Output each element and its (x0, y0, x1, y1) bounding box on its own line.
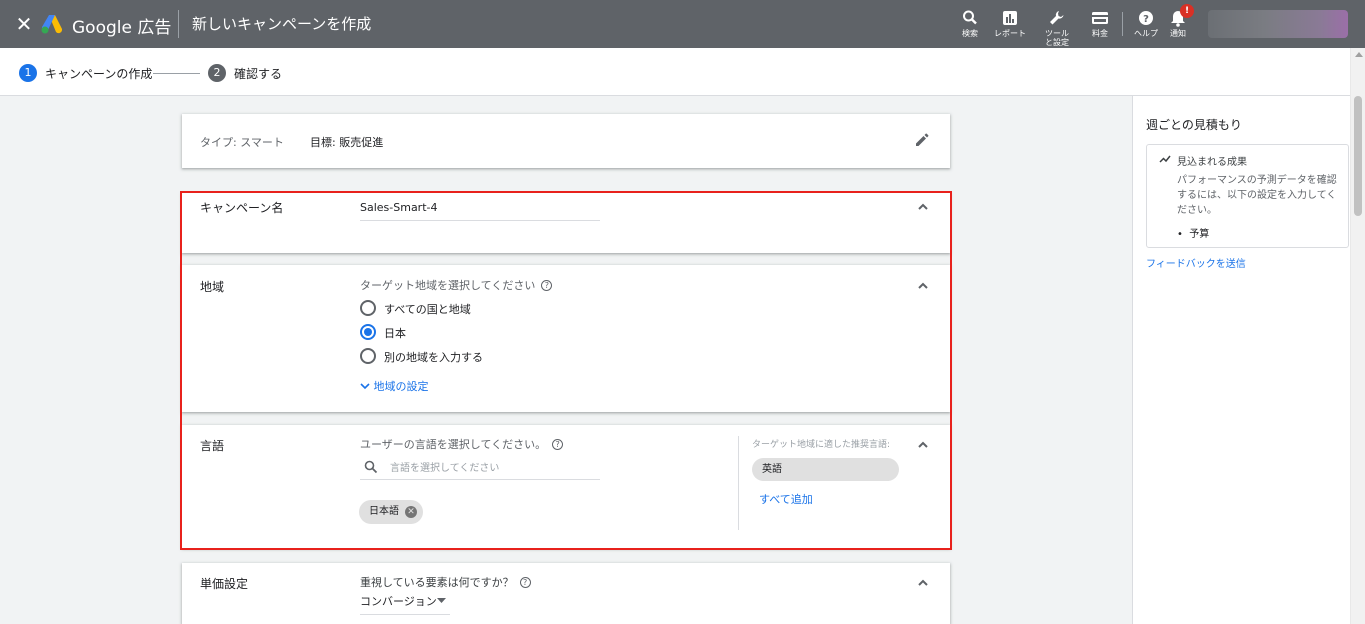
search-icon (963, 10, 977, 25)
region-card: 地域 ターゲット地域を選択してください? すべての国と地域 日本 別の地域を入力… (182, 265, 950, 412)
radio-japan[interactable] (360, 324, 376, 340)
tools-settings-button[interactable]: ツールと設定 (1037, 9, 1077, 47)
send-feedback-link[interactable]: フィードバックを送信 (1146, 255, 1246, 270)
step-connector (153, 73, 200, 74)
help-circle-icon[interactable]: ? (541, 280, 553, 291)
language-search-field[interactable]: 言語を選択してください (360, 458, 600, 480)
progress-stepper: 1 キャンペーンの作成 2 確認する (0, 48, 1365, 96)
region-prompt-row: ターゲット地域を選択してください? (360, 277, 553, 293)
remove-chip-icon[interactable]: ✕ (405, 506, 417, 518)
dropdown-arrow-icon (437, 598, 446, 603)
help-icon: ? (1139, 11, 1153, 25)
bidding-card: 単価設定 重視している要素は何ですか？? コンバージョン (182, 563, 950, 624)
budget-bullet: • 予算 (1177, 229, 1210, 240)
recommended-languages-title: ターゲット地域に適した推奨言語: (752, 440, 891, 450)
step-2-number: 2 (208, 64, 226, 82)
google-ads-logo-icon (41, 15, 63, 34)
pencil-icon[interactable] (914, 132, 930, 148)
campaign-name-card: キャンペーン名 Sales-Smart-4 (182, 193, 950, 253)
reports-button[interactable]: レポート (990, 9, 1030, 38)
help-circle-icon[interactable]: ? (552, 439, 564, 450)
chevron-down-icon (360, 383, 370, 390)
topbar-separator (1122, 12, 1123, 36)
region-settings-text: 地域の設定 (373, 380, 429, 393)
bidding-prompt-row: 重視している要素は何ですか？? (360, 574, 531, 590)
radio-all-regions-label[interactable]: すべての国と地域 (384, 301, 471, 317)
recommended-language-chip[interactable]: 英語 (752, 458, 899, 481)
account-switcher[interactable] (1208, 10, 1348, 38)
bidding-dropdown-value: コンバージョン (360, 595, 437, 608)
notifications-label: 通知 (1170, 29, 1186, 38)
top-app-bar: ✕ Google 広告 新しいキャンペーンを作成 検索 レポート ツールと設定 … (0, 0, 1365, 48)
brand-name: Google 広告 (72, 18, 172, 38)
radio-other-region[interactable] (360, 348, 376, 364)
radio-all-regions[interactable] (360, 300, 376, 316)
trending-up-icon (1159, 155, 1171, 163)
page-scrollbar[interactable] (1350, 48, 1365, 624)
chevron-up-icon[interactable] (916, 576, 930, 590)
language-prompt: ユーザーの言語を選択してください。 (360, 438, 547, 451)
campaign-type: タイプ: スマート (200, 136, 284, 149)
region-label: 地域 (200, 280, 225, 294)
radio-other-region-label[interactable]: 別の地域を入力する (384, 349, 483, 365)
wrench-icon (1050, 11, 1064, 25)
billing-button[interactable]: 料金 (1080, 9, 1120, 38)
budget-bullet-text: 予算 (1189, 229, 1210, 240)
scrollbar-thumb[interactable] (1354, 96, 1362, 216)
campaign-name-label: キャンペーン名 (200, 201, 284, 215)
report-icon (1003, 11, 1017, 25)
language-divider (738, 436, 739, 530)
step-2-label[interactable]: 確認する (234, 65, 282, 82)
language-search-placeholder: 言語を選択してください (390, 463, 500, 474)
page-title: 新しいキャンペーンを作成 (192, 15, 372, 33)
tools-settings-label: ツールと設定 (1045, 29, 1069, 47)
chevron-up-icon[interactable] (916, 438, 930, 452)
close-icon[interactable]: ✕ (12, 12, 36, 36)
billing-icon (1092, 12, 1108, 24)
reports-label: レポート (994, 29, 1026, 38)
expected-results-description: パフォーマンスの予測データを確認するには、以下の設定を入力してください。 (1177, 175, 1337, 216)
language-chip-japanese: 日本語 ✕ (359, 500, 423, 524)
language-card: 言語 ユーザーの言語を選択してください。? 言語を選択してください 日本語 ✕ … (182, 425, 950, 548)
weekly-estimate-panel: 週ごとの見積もり 見込まれる成果 パフォーマンスの予測データを確認するには、以下… (1132, 96, 1350, 624)
billing-label: 料金 (1092, 29, 1108, 38)
expected-results-box: 見込まれる成果 パフォーマンスの予測データを確認するには、以下の設定を入力してく… (1146, 144, 1349, 248)
campaign-goal: 目標: 販売促進 (310, 136, 384, 149)
add-all-languages-link[interactable]: すべて追加 (759, 491, 813, 507)
campaign-summary-card: タイプ: スマート 目標: 販売促進 (182, 114, 950, 168)
language-chip-label: 日本語 (369, 506, 399, 517)
notification-badge: ! (1180, 4, 1194, 18)
search-button[interactable]: 検索 (950, 9, 990, 38)
search-label: 検索 (962, 29, 978, 38)
bidding-prompt: 重視している要素は何ですか？ (360, 576, 514, 589)
bidding-label: 単価設定 (200, 577, 249, 591)
region-settings-link[interactable]: 地域の設定 (360, 378, 429, 394)
help-circle-icon[interactable]: ? (519, 577, 531, 588)
chevron-up-icon[interactable] (916, 200, 930, 214)
svg-text:?: ? (1143, 14, 1149, 25)
expected-results-title: 見込まれる成果 (1177, 157, 1247, 168)
radio-japan-label[interactable]: 日本 (384, 325, 406, 341)
step-1-number: 1 (19, 64, 37, 82)
search-icon (364, 460, 378, 474)
bidding-dropdown[interactable]: コンバージョン (360, 593, 450, 615)
campaign-name-input[interactable]: Sales-Smart-4 (360, 201, 600, 221)
chevron-up-icon[interactable] (916, 279, 930, 293)
notifications-button[interactable]: ! 通知 (1158, 4, 1198, 38)
scroll-up-arrow-icon[interactable] (1355, 52, 1363, 57)
region-prompt: ターゲット地域を選択してください (360, 279, 536, 292)
language-prompt-row: ユーザーの言語を選択してください。? (360, 436, 564, 452)
step-1-label[interactable]: キャンペーンの作成 (45, 65, 152, 82)
topbar-divider (178, 10, 179, 38)
language-label: 言語 (200, 439, 225, 453)
estimate-title: 週ごとの見積もり (1146, 118, 1242, 132)
